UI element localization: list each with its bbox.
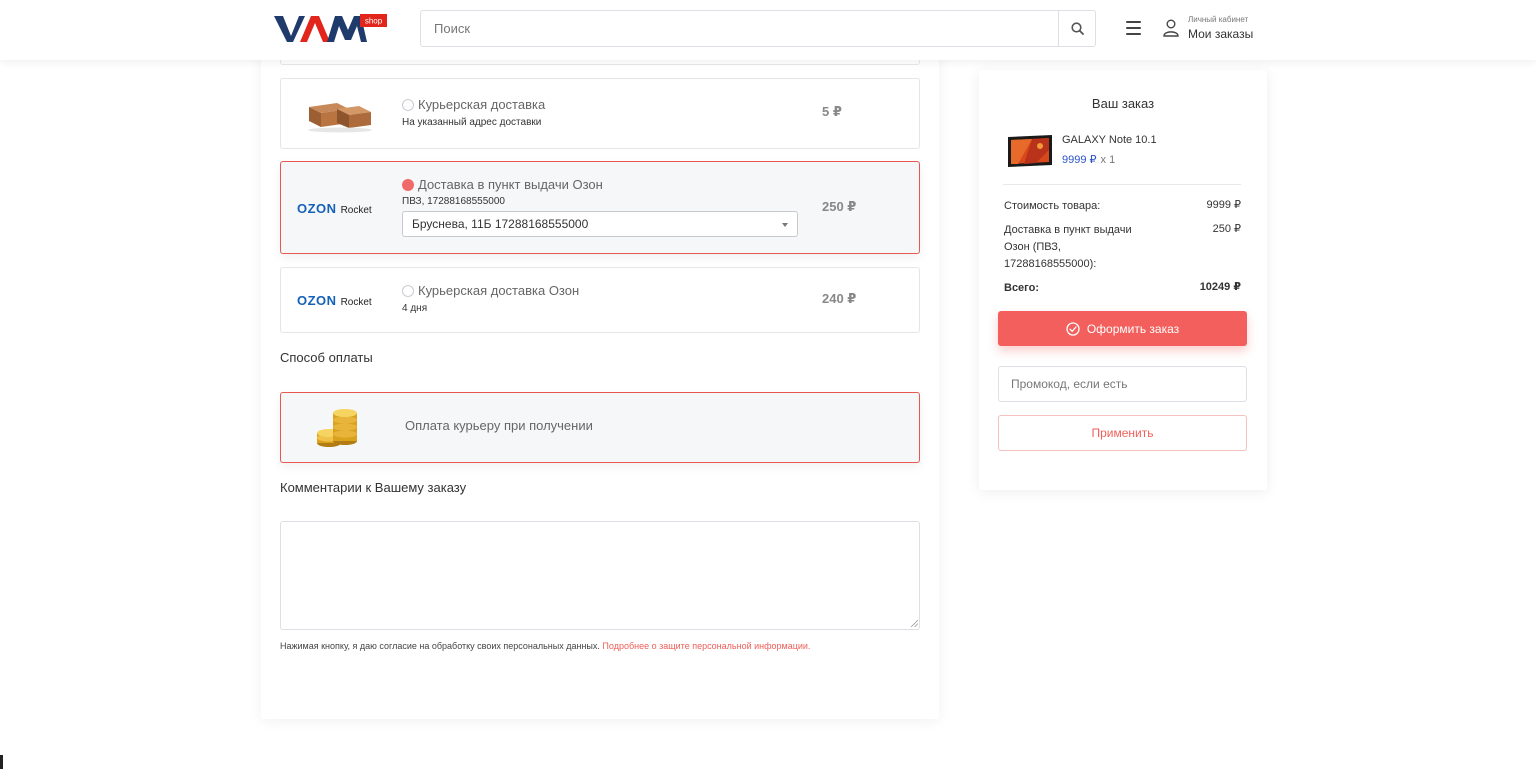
order-summary-title: Ваш заказ [1091, 96, 1155, 111]
summary-divider [1003, 184, 1241, 185]
search-icon [1070, 22, 1084, 35]
delivery-option-title: Курьерская доставка Озон [402, 283, 579, 298]
delivery-cost-value: 250 ₽ [1212, 223, 1241, 235]
delivery-option-courier[interactable]: Курьерская доставка На указанный адрес д… [280, 78, 920, 149]
delivery-option-ozon-pickup[interactable]: OZON Rocket Доставка в пункт выдачи Озон… [280, 161, 920, 254]
order-comment-textarea[interactable] [280, 521, 920, 630]
page-edge-mark [0, 755, 3, 769]
resize-grip-icon[interactable] [910, 619, 918, 627]
place-order-label: Оформить заказ [1086, 321, 1180, 336]
radio-button[interactable] [402, 178, 414, 191]
radio-button[interactable] [402, 98, 414, 111]
delivery-option-subtitle: ПВЗ, 17288168555000 [402, 196, 505, 207]
account-caption: Личный кабинет [1188, 15, 1249, 24]
hamburger-menu-icon[interactable] [1126, 21, 1141, 35]
user-icon [1163, 19, 1179, 37]
comment-section-title: Комментарии к Вашему заказу [280, 480, 467, 495]
product-name[interactable]: GALAXY Note 10.1 [1062, 134, 1157, 146]
pickup-point-select[interactable]: Бруснева, 11Б 17288168555000 [402, 211, 798, 237]
ozon-rocket-logo: OZON Rocket [297, 293, 372, 308]
search-bar [420, 10, 1096, 47]
total-value: 10249 ₽ [1199, 281, 1241, 293]
my-orders-label: Мои заказы [1188, 27, 1254, 41]
site-header: shop Личный кабинет Мои заказы [0, 0, 1536, 60]
product-quantity: x 1 [1100, 154, 1116, 166]
apply-promo-label: Применить [1091, 426, 1154, 440]
check-circle-icon [1066, 321, 1080, 336]
chevron-down-icon [782, 223, 788, 227]
apply-promo-button[interactable]: Применить [998, 415, 1247, 451]
personal-data-consent: Нажимая кнопку, я даю согласие на обрабо… [280, 641, 810, 651]
payment-option-cash-courier[interactable]: Оплата курьеру при получении [280, 392, 920, 463]
delivery-option-subtitle: 4 дня [402, 303, 428, 314]
pickup-point-value: Бруснева, 11Б 17288168555000 [412, 217, 589, 231]
delivery-option-price: 250 ₽ [822, 199, 857, 214]
consent-text: Нажимая кнопку, я даю согласие на обрабо… [280, 641, 600, 651]
payment-section-title: Способ оплаты [280, 350, 373, 365]
vam-shop-logo[interactable]: shop [274, 12, 388, 44]
radio-button[interactable] [402, 284, 414, 297]
total-label: Всего: [1004, 282, 1039, 294]
search-input[interactable] [421, 11, 1059, 46]
delivery-cost-label: Доставка в пункт выдачи Озон (ПВЗ, 17288… [1004, 224, 1132, 270]
search-button[interactable] [1058, 11, 1095, 46]
items-cost-label: Стоимость товара: [1004, 200, 1101, 212]
coins-icon [317, 409, 357, 447]
delivery-option-price: 240 ₽ [822, 291, 857, 306]
delivery-option-title: Доставка в пункт выдачи Озон [402, 177, 603, 192]
promo-code-input[interactable] [998, 366, 1247, 402]
ozon-rocket-logo: OZON Rocket [297, 201, 372, 216]
delivery-option-subtitle: На указанный адрес доставки [402, 117, 542, 128]
place-order-button[interactable]: Оформить заказ [998, 311, 1247, 346]
delivery-option-title: Курьерская доставка [402, 97, 545, 112]
boxes-icon [308, 103, 372, 133]
payment-option-label: Оплата курьеру при получении [405, 418, 593, 433]
privacy-policy-link[interactable]: Подробнее о защите персональной информац… [602, 641, 810, 651]
items-cost-value: 9999 ₽ [1206, 199, 1241, 211]
product-price: 9999 ₽ x 1 [1062, 154, 1116, 166]
logo-badge: shop [365, 17, 383, 26]
delivery-option-price: 5 ₽ [822, 104, 842, 119]
tablet-product-image[interactable] [1006, 134, 1054, 168]
delivery-option-ozon-courier[interactable]: OZON Rocket Курьерская доставка Озон 4 д… [280, 267, 920, 333]
order-summary: Ваш заказ GALAXY Note 10.1 9999 ₽ x 1 Сто… [979, 70, 1267, 490]
